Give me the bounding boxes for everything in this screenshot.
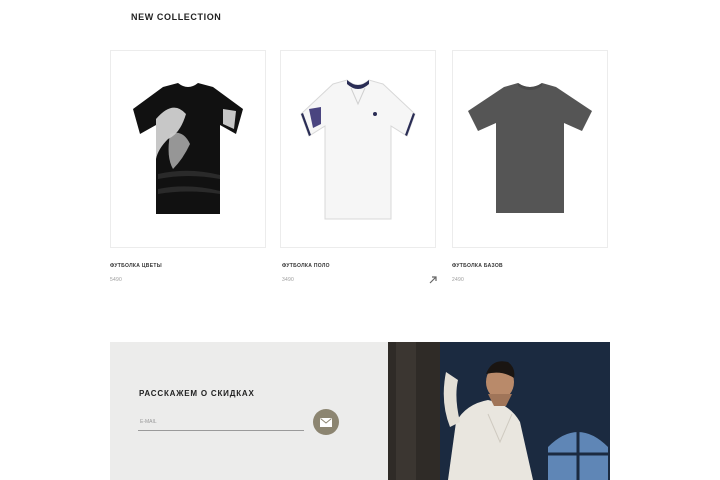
model-photo: [388, 342, 610, 480]
product-price: 2490: [452, 277, 464, 283]
product-name[interactable]: ФУТБОЛКА БАЗОВ: [452, 263, 503, 269]
email-field[interactable]: [138, 415, 304, 431]
newsletter-banner: РАССКАЖЕМ О СКИДКАХ: [110, 342, 610, 480]
envelope-icon: [320, 417, 332, 427]
product-name[interactable]: ФУТБОЛКА ПОЛО: [282, 263, 330, 269]
section-title: NEW COLLECTION: [131, 12, 222, 22]
product-image-black-tshirt: [133, 83, 243, 214]
promo-photo: [388, 342, 610, 480]
subscribe-button[interactable]: [313, 409, 339, 435]
product-card[interactable]: [110, 50, 266, 248]
product-name[interactable]: ФУТБОЛКА ЦВЕТЫ: [110, 263, 162, 269]
product-image-white-polo: [300, 79, 416, 220]
product-price: 3490: [282, 277, 294, 283]
product-card[interactable]: [280, 50, 436, 248]
newsletter-panel: РАССКАЖЕМ О СКИДКАХ: [110, 342, 388, 480]
product-price: 5490: [110, 277, 122, 283]
product-card[interactable]: [452, 50, 608, 248]
cart-icon[interactable]: [428, 272, 438, 284]
newsletter-title: РАССКАЖЕМ О СКИДКАХ: [139, 389, 255, 398]
product-image-grey-tshirt: [468, 83, 592, 213]
